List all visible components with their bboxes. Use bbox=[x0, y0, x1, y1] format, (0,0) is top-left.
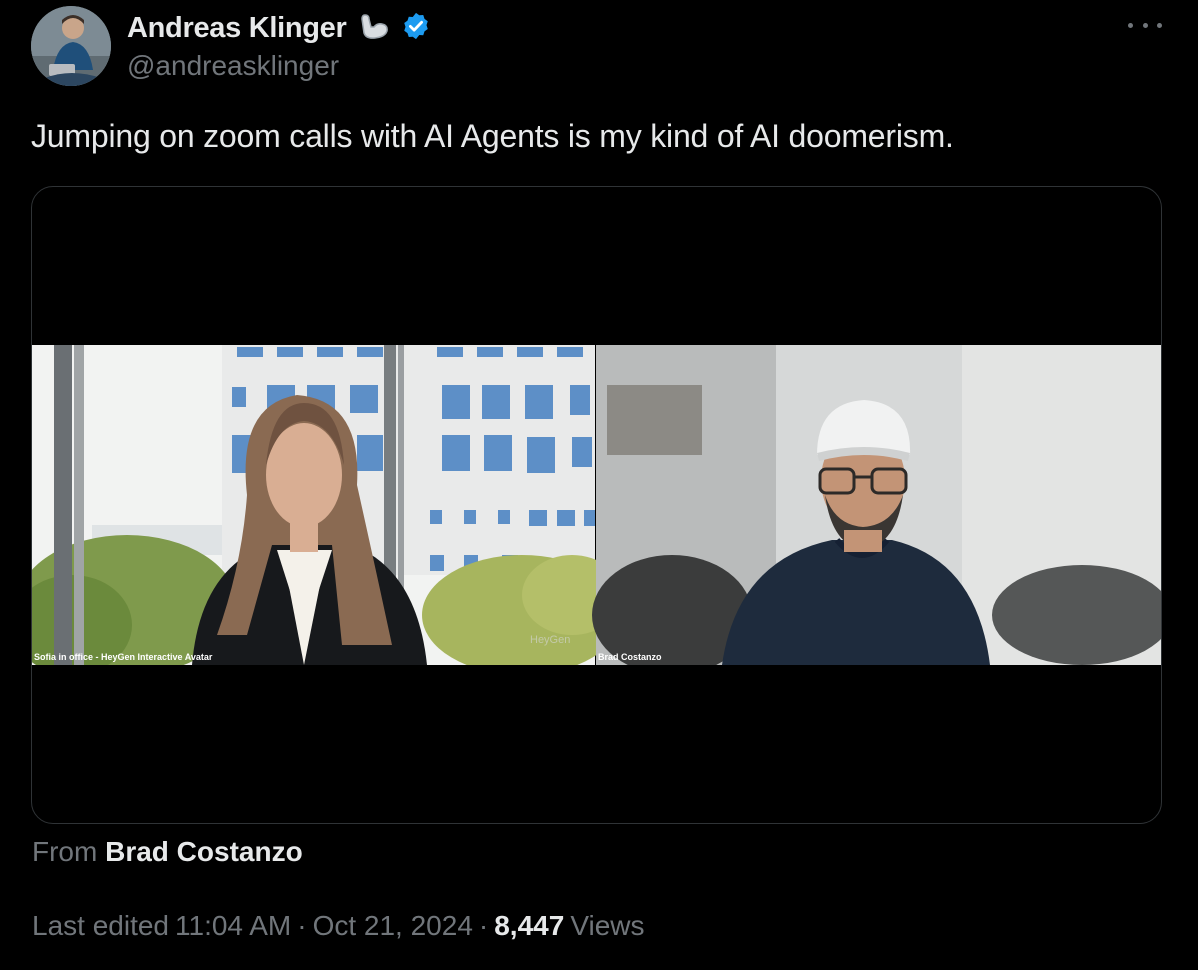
tweet-meta: Last edited 11:04 AM · Oct 21, 2024 · 8,… bbox=[32, 910, 645, 942]
verified-badge-icon[interactable] bbox=[401, 11, 431, 46]
edited-label[interactable]: Last edited bbox=[32, 910, 169, 942]
video-frame[interactable]: HeyGen Sofia in office - HeyGen Interact… bbox=[32, 345, 1161, 665]
avatar-image bbox=[31, 6, 111, 86]
separator: · bbox=[478, 910, 489, 941]
tweet-time[interactable]: 11:04 AM bbox=[175, 910, 291, 942]
author-avatar[interactable] bbox=[31, 6, 111, 86]
right-tile-label: Brad Costanzo bbox=[598, 652, 662, 662]
flexed-biceps-icon bbox=[357, 11, 391, 46]
video-source-attribution: From Brad Costanzo bbox=[32, 836, 303, 868]
right-video-tile: Brad Costanzo bbox=[592, 345, 1161, 665]
video-player[interactable]: HeyGen Sofia in office - HeyGen Interact… bbox=[31, 186, 1162, 824]
author-name-row[interactable]: Andreas Klinger bbox=[127, 8, 431, 48]
tweet-text: Jumping on zoom calls with AI Agents is … bbox=[31, 118, 954, 154]
tweet-date[interactable]: Oct 21, 2024 bbox=[313, 910, 473, 942]
left-video-tile: HeyGen Sofia in office - HeyGen Interact… bbox=[32, 345, 622, 665]
heygen-watermark: HeyGen bbox=[530, 634, 570, 646]
author-handle[interactable]: @andreasklinger bbox=[127, 50, 339, 82]
views-count[interactable]: 8,447 bbox=[494, 910, 564, 942]
views-label[interactable]: Views bbox=[570, 910, 644, 942]
source-prefix: From bbox=[32, 836, 98, 867]
dot bbox=[1157, 22, 1162, 28]
source-name-link[interactable]: Brad Costanzo bbox=[105, 836, 303, 867]
separator: · bbox=[297, 910, 307, 941]
author-display-name[interactable]: Andreas Klinger bbox=[127, 12, 347, 45]
dot bbox=[1142, 22, 1148, 28]
dot bbox=[1128, 22, 1133, 28]
left-tile-label: Sofia in office - HeyGen Interactive Ava… bbox=[34, 652, 213, 662]
more-options-icon[interactable] bbox=[1128, 12, 1162, 38]
